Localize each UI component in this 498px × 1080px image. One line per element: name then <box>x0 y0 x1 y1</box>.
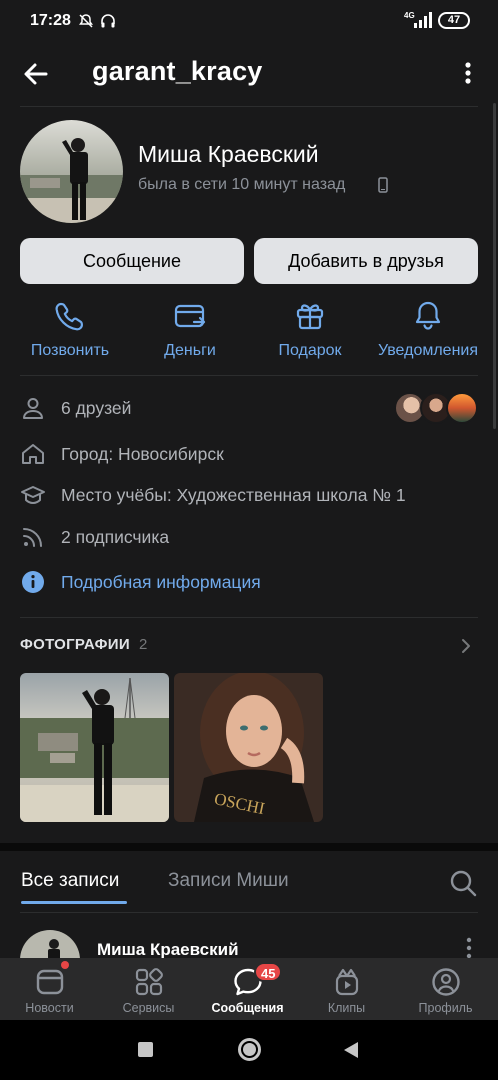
money-label: Деньги <box>164 342 216 359</box>
info-icon <box>22 571 44 593</box>
headphones-icon <box>101 14 115 28</box>
profile-avatar[interactable] <box>20 120 123 223</box>
money-action[interactable]: Деньги <box>140 298 240 360</box>
dnd-icon <box>79 14 93 28</box>
followers-count: 2 подписчика <box>61 527 170 547</box>
home-button[interactable] <box>238 1038 261 1061</box>
header-divider <box>20 106 478 107</box>
nav-clips[interactable]: Клипы <box>297 958 396 1020</box>
bottom-navigation: Новости Сервисы Сообщения Клипы Профиль <box>0 958 498 1020</box>
city-text: Город: Новосибирск <box>61 444 224 464</box>
home-icon <box>22 444 44 464</box>
photo-thumbnail[interactable] <box>20 673 169 822</box>
nav-profile[interactable]: Профиль <box>396 958 495 1020</box>
info-divider <box>20 617 478 618</box>
more-info-text: Подробная информация <box>61 572 261 592</box>
more-options-icon[interactable] <box>456 57 480 89</box>
post-options-icon[interactable] <box>462 936 476 960</box>
money-icon <box>174 304 206 328</box>
online-status: была в сети 10 минут назад <box>138 176 346 193</box>
system-back-icon[interactable] <box>342 1040 360 1060</box>
followers-row[interactable]: 2 подписчика <box>20 524 460 550</box>
profile-name: Миша Краевский <box>138 141 319 167</box>
friends-row[interactable]: 6 друзей <box>20 395 380 421</box>
active-tab-indicator <box>21 901 127 904</box>
nav-news-label: Новости <box>25 1001 74 1015</box>
friends-count: 6 друзей <box>61 398 132 418</box>
user-icon <box>23 398 43 419</box>
friend-avatars[interactable] <box>394 392 480 424</box>
education-icon <box>21 486 45 505</box>
chevron-right-icon[interactable] <box>456 636 476 656</box>
bell-icon <box>415 301 441 330</box>
nav-messages[interactable]: Сообщения <box>198 958 297 1020</box>
tab-all-posts[interactable]: Все записи <box>21 870 119 892</box>
nav-services-label: Сервисы <box>122 1001 175 1015</box>
message-button[interactable]: Сообщение <box>20 238 244 284</box>
news-icon <box>36 969 63 995</box>
city-row: Город: Новосибирск <box>20 441 460 467</box>
gift-action[interactable]: Подарок <box>262 298 358 360</box>
call-action[interactable]: Позвонить <box>20 298 120 360</box>
tab-owner-posts[interactable]: Записи Миши <box>168 870 289 892</box>
battery-indicator: 47 <box>438 12 470 29</box>
clips-icon <box>335 968 358 996</box>
add-friend-button[interactable]: Добавить в друзья <box>254 238 478 284</box>
messages-badge: 45 <box>254 962 283 982</box>
notifications-label: Уведомления <box>377 342 479 359</box>
actions-divider <box>20 375 478 376</box>
section-separator <box>0 843 498 851</box>
gift-icon <box>296 304 324 330</box>
nav-clips-label: Клипы <box>327 1001 366 1015</box>
recents-button[interactable] <box>138 1042 153 1057</box>
status-bar: 17:28 4G 47 <box>0 0 498 44</box>
nav-profile-label: Профиль <box>418 1001 473 1015</box>
status-time: 17:28 <box>30 12 71 29</box>
school-row: Место учёбы: Художественная школа № 1 <box>20 482 460 508</box>
gift-label: Подарок <box>278 342 342 359</box>
photos-count: 2 <box>139 636 148 653</box>
nav-services[interactable]: Сервисы <box>99 958 198 1020</box>
school-text: Место учёбы: Художественная школа № 1 <box>61 485 406 505</box>
mobile-device-icon <box>378 177 388 193</box>
page-title: garant_kracy <box>92 56 263 86</box>
notifications-action[interactable]: Уведомления <box>372 298 484 360</box>
phone-icon <box>55 302 83 331</box>
app-header: garant_kracy <box>0 44 498 106</box>
call-label: Позвонить <box>30 342 110 359</box>
news-notification-dot <box>61 961 69 969</box>
photos-title[interactable]: ФОТОГРАФИИ <box>20 636 130 653</box>
profile-icon <box>431 968 460 996</box>
friend-avatar <box>446 392 478 424</box>
rss-icon <box>23 528 42 547</box>
post-author-name[interactable]: Миша Краевский <box>97 940 239 960</box>
scrollbar[interactable] <box>493 103 496 429</box>
nav-news[interactable]: Новости <box>0 958 99 1020</box>
photo-thumbnail[interactable]: OSCHI <box>174 673 323 822</box>
back-arrow-icon[interactable] <box>18 56 54 92</box>
search-icon[interactable] <box>448 868 478 898</box>
tabs-divider <box>20 912 478 913</box>
nav-messages-label: Сообщения <box>211 1001 284 1015</box>
more-info-link[interactable]: Подробная информация <box>20 569 460 595</box>
services-icon <box>135 968 163 996</box>
signal-icon <box>414 12 432 28</box>
